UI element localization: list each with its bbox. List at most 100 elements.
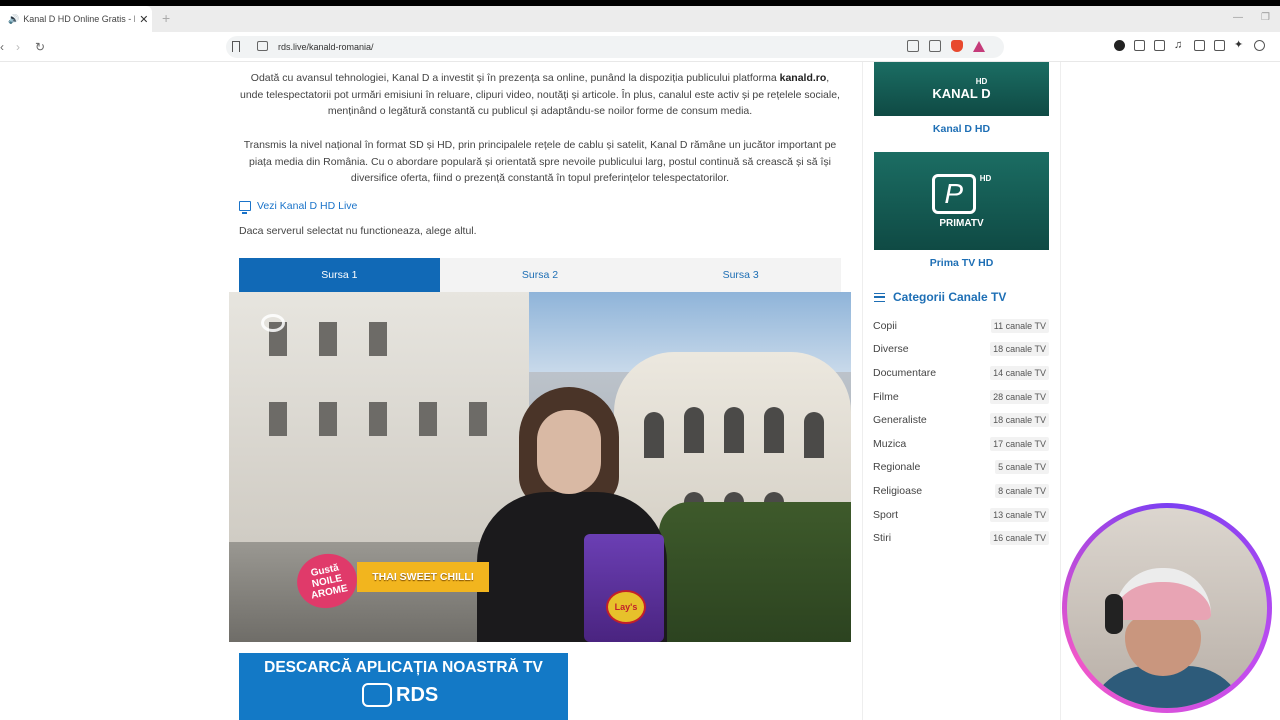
source-tabs: Sursa 1 Sursa 2 Sursa 3 bbox=[239, 258, 841, 292]
sidebar: HD KANAL D Kanal D HD P HD PRIMATV Prima… bbox=[862, 62, 1061, 720]
categories-list: Copii 11 canale TV Diverse 18 canale TV Do… bbox=[873, 314, 1049, 550]
category-count: 28 canale TV bbox=[990, 389, 1049, 404]
maximize-icon[interactable]: ❐ bbox=[1261, 12, 1270, 23]
hd-badge: HD bbox=[979, 173, 992, 183]
channel-card-kanal-d[interactable]: HD KANAL D Kanal D HD bbox=[874, 62, 1049, 135]
kanald-link[interactable]: kanald.ro bbox=[780, 72, 827, 84]
bookmark-icon[interactable] bbox=[232, 41, 240, 52]
forward-icon[interactable]: › bbox=[16, 40, 20, 54]
channel-card-prima-tv[interactable]: P HD PRIMATV Prima TV HD bbox=[874, 152, 1049, 269]
category-item-copii[interactable]: Copii 11 canale TV bbox=[873, 314, 1049, 338]
window-controls: — ❐ bbox=[1233, 12, 1270, 23]
category-count: 11 canale TV bbox=[990, 318, 1049, 333]
server-note: Daca serverul selectat nu functioneaza, … bbox=[239, 225, 477, 237]
chip-bag: Lay's bbox=[584, 534, 664, 642]
category-name[interactable]: Diverse bbox=[873, 343, 909, 355]
close-tab-icon[interactable]: ✕ bbox=[139, 13, 148, 26]
category-name[interactable]: Documentare bbox=[873, 367, 936, 379]
category-count: 18 canale TV bbox=[990, 342, 1049, 357]
watch-live-label[interactable]: Vezi Kanal D HD Live bbox=[257, 200, 357, 212]
app-banner-title: DESCARCĂ APLICAȚIA NOASTRĂ TV bbox=[264, 659, 543, 676]
prima-tv-logo: PRIMATV bbox=[939, 217, 984, 229]
list-icon bbox=[874, 292, 885, 302]
channel-thumbnail[interactable]: P HD PRIMATV bbox=[874, 152, 1049, 250]
webcam-overlay bbox=[1062, 503, 1272, 713]
app-download-banner[interactable]: DESCARCĂ APLICAȚIA NOASTRĂ TV RDS bbox=[239, 653, 568, 720]
tab-strip: 🔊 Kanal D HD Online Gratis - RD ✕ + — ❐ bbox=[0, 6, 1280, 32]
category-name[interactable]: Sport bbox=[873, 509, 898, 521]
webcam-feed bbox=[1067, 508, 1267, 708]
extension-icon[interactable] bbox=[1114, 40, 1125, 51]
wallet-icon[interactable] bbox=[1214, 40, 1225, 51]
article-paragraph: Transmis la nivel național în format SD … bbox=[243, 139, 837, 185]
browser-tab-active[interactable]: 🔊 Kanal D HD Online Gratis - RD ✕ bbox=[0, 6, 152, 32]
video-person-face bbox=[537, 410, 601, 494]
category-count: 13 canale TV bbox=[990, 507, 1049, 522]
video-player[interactable]: Lay's THAI SWEET CHILLI Gustă NOILE AROM… bbox=[229, 292, 851, 642]
rds-logo: RDS bbox=[362, 683, 438, 707]
category-name[interactable]: Religioase bbox=[873, 485, 922, 497]
extensions-toolbar: ♫ ✦ bbox=[1114, 40, 1265, 51]
music-icon[interactable]: ♫ bbox=[1174, 40, 1185, 51]
new-tab-button[interactable]: + bbox=[162, 10, 170, 26]
category-item-muzica[interactable]: Muzica 17 canale TV bbox=[873, 432, 1049, 456]
article-paragraph: Odată cu avansul tehnologiei, Kanal D a … bbox=[229, 70, 851, 120]
category-name[interactable]: Regionale bbox=[873, 461, 920, 473]
url-text[interactable]: rds.live/kanald-romania/ bbox=[278, 42, 374, 52]
category-item-religioase[interactable]: Religioase 8 canale TV bbox=[873, 479, 1049, 503]
tab-sursa-3[interactable]: Sursa 3 bbox=[640, 258, 841, 292]
rds-brand: RDS bbox=[396, 683, 439, 706]
speaker-icon[interactable]: 🔊 bbox=[8, 14, 19, 25]
category-name[interactable]: Filme bbox=[873, 391, 899, 403]
category-item-stiri[interactable]: Stiri 16 canale TV bbox=[873, 526, 1049, 550]
site-info-icon[interactable] bbox=[257, 41, 268, 51]
category-name[interactable]: Stiri bbox=[873, 532, 891, 544]
minimize-icon[interactable]: — bbox=[1233, 12, 1243, 23]
category-item-documentare[interactable]: Documentare 14 canale TV bbox=[873, 361, 1049, 385]
category-count: 14 canale TV bbox=[990, 365, 1049, 380]
share-icon[interactable] bbox=[929, 40, 941, 52]
tab-sursa-1[interactable]: Sursa 1 bbox=[239, 258, 440, 292]
category-name[interactable]: Muzica bbox=[873, 438, 906, 450]
categories-title: Categorii Canale TV bbox=[893, 290, 1007, 304]
tab-title: Kanal D HD Online Gratis - RD bbox=[23, 14, 136, 24]
promo-overlay: THAI SWEET CHILLI Gustă NOILE AROME bbox=[292, 548, 491, 614]
category-count: 5 canale TV bbox=[995, 460, 1049, 475]
category-item-diverse[interactable]: Diverse 18 canale TV bbox=[873, 338, 1049, 362]
screenshot-icon[interactable] bbox=[1154, 40, 1165, 51]
lays-logo: Lay's bbox=[606, 590, 646, 624]
back-icon[interactable]: ‹ bbox=[0, 40, 4, 54]
category-count: 18 canale TV bbox=[990, 413, 1049, 428]
hd-badge: HD bbox=[975, 77, 988, 86]
brave-shield-icon[interactable] bbox=[951, 40, 963, 52]
category-count: 17 canale TV bbox=[990, 436, 1049, 451]
video-scene-hedge bbox=[659, 502, 851, 642]
prima-logo-mark: P bbox=[931, 173, 976, 214]
webcam-cap bbox=[1115, 568, 1211, 620]
watch-live-link[interactable]: Vezi Kanal D HD Live bbox=[239, 200, 357, 214]
rewards-triangle-icon[interactable] bbox=[973, 40, 985, 52]
category-name[interactable]: Generaliste bbox=[873, 414, 927, 426]
leo-ai-icon[interactable]: ✦ bbox=[1234, 40, 1245, 51]
category-count: 8 canale TV bbox=[995, 483, 1049, 498]
sidebar-icon[interactable] bbox=[1194, 40, 1205, 51]
category-item-sport[interactable]: Sport 13 canale TV bbox=[873, 503, 1049, 527]
categories-heading: Categorii Canale TV bbox=[874, 290, 1006, 304]
reload-icon[interactable]: ↻ bbox=[35, 40, 45, 54]
channel-name[interactable]: Prima TV HD bbox=[874, 257, 1049, 269]
channel-name[interactable]: Kanal D HD bbox=[874, 123, 1049, 135]
webcam-headset bbox=[1105, 594, 1123, 634]
category-name[interactable]: Copii bbox=[873, 320, 897, 332]
channel-thumbnail[interactable]: HD KANAL D bbox=[874, 62, 1049, 116]
category-item-filme[interactable]: Filme 28 canale TV bbox=[873, 385, 1049, 409]
category-count: 16 canale TV bbox=[990, 531, 1049, 546]
channel-logo-icon bbox=[261, 314, 285, 332]
category-item-generaliste[interactable]: Generaliste 18 canale TV bbox=[873, 408, 1049, 432]
promo-flavor: THAI SWEET CHILLI bbox=[357, 562, 489, 592]
prima-logo-row: P HD bbox=[931, 173, 992, 218]
reader-mode-icon[interactable] bbox=[907, 40, 919, 52]
puzzle-icon[interactable] bbox=[1134, 40, 1145, 51]
category-item-regionale[interactable]: Regionale 5 canale TV bbox=[873, 456, 1049, 480]
tab-sursa-2[interactable]: Sursa 2 bbox=[440, 258, 641, 292]
profile-icon[interactable] bbox=[1254, 40, 1265, 51]
